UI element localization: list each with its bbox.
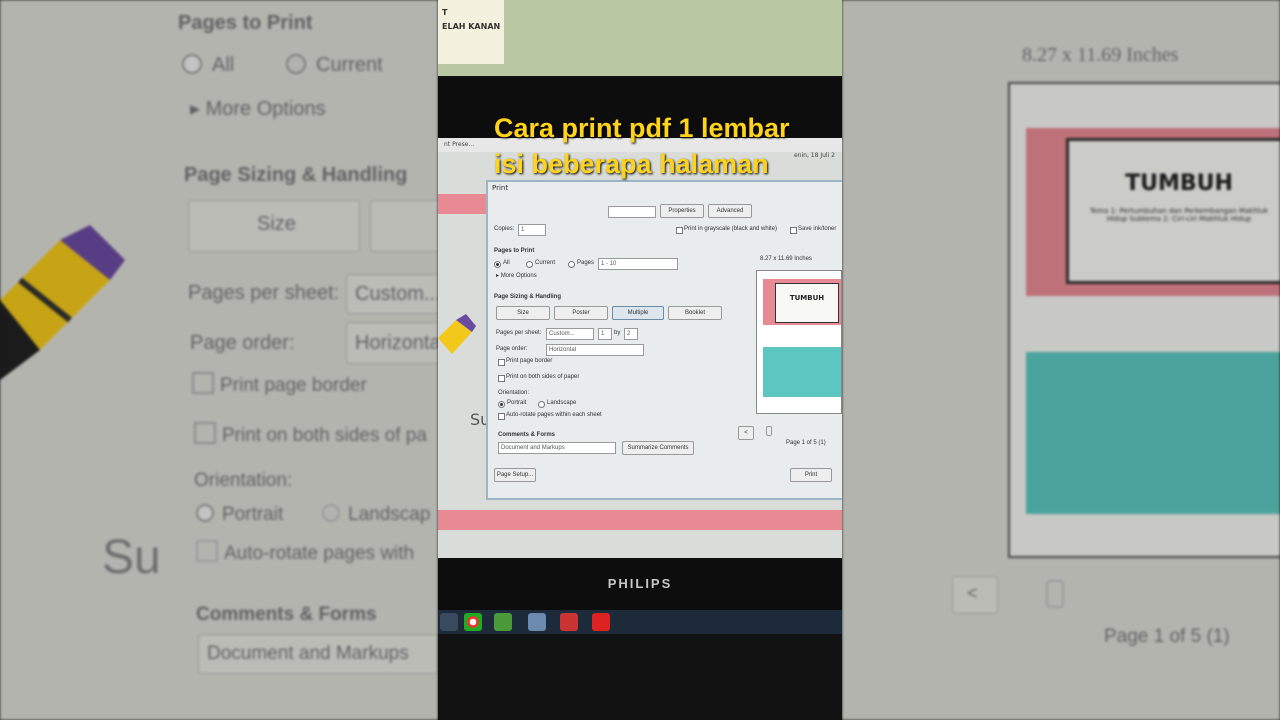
pages-to-print-heading: Pages to Print	[494, 248, 535, 254]
printer-select[interactable]	[608, 206, 656, 218]
radio-pages[interactable]	[568, 261, 575, 268]
monitor-screen: nt Prese... enin, 18 Juli 2 Su Print Pro…	[438, 138, 842, 558]
background-right-zoom: 8.27 x 11.69 Inches TUMBUH Tema 1: Pertu…	[842, 0, 1280, 720]
dialog-title: Print	[492, 184, 509, 192]
current-label: Current	[535, 260, 556, 266]
grayscale-checkbox[interactable]	[676, 227, 683, 234]
background-left-zoom: Pages to Print All Current ▸ More Option…	[0, 0, 438, 720]
pink-banner-bottom	[438, 510, 842, 530]
note-paper: T ELAH KANAN	[438, 0, 504, 64]
comments-forms-heading: Comments & Forms	[498, 432, 556, 438]
more-options-toggle[interactable]: ▸ More Options	[496, 272, 537, 279]
pps-x-input[interactable]: 1	[598, 328, 612, 340]
radio-current[interactable]	[526, 261, 533, 268]
preview-title: TUMBUH	[789, 294, 825, 302]
order-select[interactable]: Horizontal	[546, 344, 644, 356]
page-sizing-heading: Page Sizing & Handling	[494, 294, 562, 300]
pps-y-input[interactable]: 2	[624, 328, 638, 340]
save-ink-checkbox[interactable]	[790, 227, 797, 234]
page-setup-button[interactable]: Page Setup...	[494, 468, 536, 482]
radio-portrait[interactable]	[498, 401, 505, 408]
order-label: Page order:	[496, 346, 528, 352]
auto-rotate-label: Auto-rotate pages within each sheet	[506, 412, 602, 418]
taskbar-app-icon[interactable]	[440, 613, 458, 631]
print-button[interactable]: Print	[790, 468, 832, 482]
taskbar	[438, 610, 842, 634]
tab-label: nt Prese...	[444, 141, 475, 148]
border-checkbox[interactable]	[498, 359, 505, 366]
copies-input[interactable]: 1	[518, 224, 546, 236]
summarize-button[interactable]: Summarize Comments	[622, 441, 694, 455]
pages-label: Pages	[577, 260, 595, 266]
acrobat-icon[interactable]	[592, 613, 610, 631]
print-preview: TUMBUH	[756, 270, 842, 414]
multiple-button[interactable]: Multiple	[612, 306, 664, 320]
poster-button[interactable]: Poster	[554, 306, 608, 320]
monitor-brand: PHILIPS	[607, 576, 673, 591]
orientation-label: Orientation:	[498, 390, 530, 396]
preview-teal-block	[763, 347, 841, 397]
page-info-label: Page 1 of 5 (1)	[786, 440, 826, 446]
preview-prev-button[interactable]: <	[738, 426, 754, 440]
editor-icon[interactable]	[528, 613, 546, 631]
spreadsheet-icon[interactable]	[494, 613, 512, 631]
pink-banner-left	[438, 194, 486, 214]
radio-all[interactable]	[494, 261, 501, 268]
paper-size-label: 8.27 x 11.69 Inches	[760, 256, 812, 262]
booklet-button[interactable]: Booklet	[668, 306, 722, 320]
size-button[interactable]: Size	[496, 306, 550, 320]
chrome-icon[interactable]	[464, 613, 482, 631]
pps-label: Pages per sheet:	[496, 330, 542, 336]
preview-slider[interactable]	[766, 426, 772, 436]
pps-by-label: by	[614, 330, 621, 336]
print-dialog: Print Properties Advanced Copies: 1 Prin…	[486, 180, 842, 500]
both-sides-checkbox[interactable]	[498, 375, 505, 382]
save-ink-label: Save ink/toner	[798, 226, 837, 232]
comments-forms-select[interactable]: Document and Markups	[498, 442, 616, 454]
pages-range-input[interactable]: 1 - 10	[598, 258, 678, 270]
border-label: Print page border	[506, 358, 553, 364]
advanced-button[interactable]: Advanced	[708, 204, 752, 218]
grayscale-label: Print in grayscale (black and white)	[684, 226, 778, 232]
doc-pencil-icon	[438, 314, 476, 354]
powerpoint-icon[interactable]	[560, 613, 578, 631]
all-label: All	[503, 260, 510, 266]
video-caption: Cara print pdf 1 lembar isi beberapa hal…	[494, 113, 790, 179]
video-frame: T ELAH KANAN nt Prese... enin, 18 Juli 2…	[438, 0, 842, 720]
portrait-label: Portrait	[507, 400, 527, 406]
auto-rotate-checkbox[interactable]	[498, 413, 505, 420]
copies-label: Copies:	[494, 226, 515, 232]
both-sides-label: Print on both sides of paper	[506, 374, 580, 380]
radio-landscape[interactable]	[538, 401, 545, 408]
landscape-label: Landscape	[547, 400, 577, 406]
pps-select[interactable]: Custom...	[546, 328, 594, 340]
properties-button[interactable]: Properties	[660, 204, 704, 218]
